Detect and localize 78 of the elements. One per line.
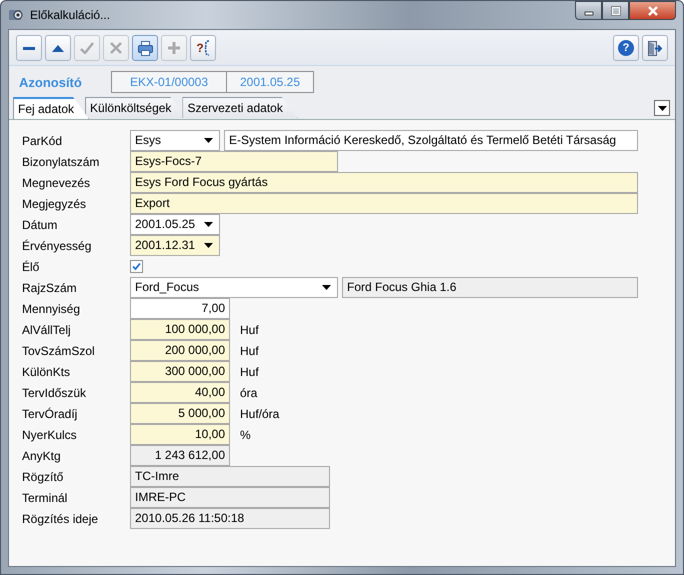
dropdown-field[interactable]: Esys xyxy=(130,130,220,151)
unit-label: óra xyxy=(240,386,258,400)
id-value: 2001.05.25 xyxy=(226,71,314,93)
input-field: TC-Imre xyxy=(130,466,330,487)
dropdown-field[interactable]: Ford_Focus xyxy=(130,277,338,298)
up-button[interactable] xyxy=(45,35,71,61)
input-field[interactable]: Esys Ford Focus gyártás xyxy=(130,172,638,193)
help-button[interactable]: ? xyxy=(613,35,639,61)
field-label: Élő xyxy=(22,260,40,274)
maximize-button[interactable] xyxy=(602,1,629,20)
input-field: Ford Focus Ghia 1.6 xyxy=(342,277,638,298)
dropdown-field[interactable]: 2001.05.25 xyxy=(130,214,220,235)
tab[interactable]: Szervezeti adatok xyxy=(182,97,298,118)
field-label: KülönKts xyxy=(22,364,72,378)
exit-door-icon xyxy=(648,40,662,56)
id-label: Azonosító xyxy=(19,74,83,90)
app-icon xyxy=(8,7,24,23)
check-icon xyxy=(80,42,94,54)
field-label: ParKód xyxy=(22,134,64,148)
input-field[interactable]: 40,00 xyxy=(130,382,230,403)
close-icon xyxy=(646,6,658,16)
input-field: IMRE-PC xyxy=(130,487,330,508)
exit-button[interactable] xyxy=(642,35,668,61)
input-field[interactable]: 7,00 xyxy=(130,298,230,319)
caret-icon xyxy=(658,106,666,110)
field-label: TervÓradíj xyxy=(22,406,78,420)
input-field[interactable]: 200 000,00 xyxy=(130,340,230,361)
brace-icon xyxy=(204,40,210,56)
field-label: Terminál xyxy=(22,490,68,504)
input-field[interactable]: E-System Információ Kereskedő, Szolgáltató és Termelő Betéti Társaság xyxy=(224,130,638,151)
field-label: RajzSzám xyxy=(22,280,78,294)
tab-menu-button[interactable] xyxy=(654,100,670,116)
input-field[interactable]: Esys-Focs-7 xyxy=(130,151,338,172)
field-label: Érvényesség xyxy=(22,238,92,252)
field-label: Megjegyzés xyxy=(22,196,88,210)
checkbox[interactable] xyxy=(130,260,143,273)
minus-icon xyxy=(23,46,35,50)
delete-button[interactable] xyxy=(16,35,42,61)
input-field[interactable]: 5 000,00 xyxy=(130,403,230,424)
print-button[interactable] xyxy=(132,35,158,61)
caret-icon xyxy=(322,285,331,290)
cross-icon xyxy=(110,42,122,54)
field-label: Rögzítő xyxy=(22,470,64,484)
caret-icon xyxy=(204,138,213,143)
unit-label: Huf xyxy=(240,322,259,336)
input-field[interactable]: 300 000,00 xyxy=(130,361,230,382)
input-field: 1 243 612,00 xyxy=(130,445,230,466)
field-label: TervIdőszük xyxy=(22,386,88,400)
field-label: NyerKulcs xyxy=(22,428,78,442)
field-label: Mennyiség xyxy=(22,302,82,316)
maximize-icon xyxy=(610,6,620,16)
unit-label: Huf xyxy=(240,344,259,358)
caret-icon xyxy=(204,243,213,248)
dropdown-field[interactable]: 2001.12.31 xyxy=(130,235,220,256)
window-title: Előkalkuláció... xyxy=(30,8,110,22)
caret-icon xyxy=(204,222,213,227)
input-field[interactable]: Export xyxy=(130,193,638,214)
field-label: Megnevezés xyxy=(22,176,92,190)
unit-label: Huf/óra xyxy=(240,406,280,420)
field-label: AnyKtg xyxy=(22,448,62,462)
unit-label: % xyxy=(240,428,251,442)
input-field[interactable]: 10,00 xyxy=(130,424,230,445)
printer-icon xyxy=(138,40,152,56)
minimize-button[interactable] xyxy=(575,1,602,20)
input-field[interactable]: 100 000,00 xyxy=(130,319,230,340)
field-label: TovSzámSzol xyxy=(22,344,96,358)
field-label: Dátum xyxy=(22,218,58,232)
id-value: EKX-01/00003 xyxy=(111,71,227,93)
field-label: Rögzítés ideje xyxy=(22,512,100,526)
input-field: 2010.05.26 11:50:18 xyxy=(130,508,330,529)
field-label: Bizonylatszám xyxy=(22,154,100,168)
field-label: AlVállTelj xyxy=(22,322,72,336)
unit-label: Huf xyxy=(240,364,259,378)
plus-icon xyxy=(168,42,180,54)
tab[interactable]: Fej adatok xyxy=(13,97,90,119)
up-triangle-icon xyxy=(52,44,64,52)
query-button[interactable]: ? xyxy=(190,35,216,61)
close-button[interactable] xyxy=(629,1,676,20)
